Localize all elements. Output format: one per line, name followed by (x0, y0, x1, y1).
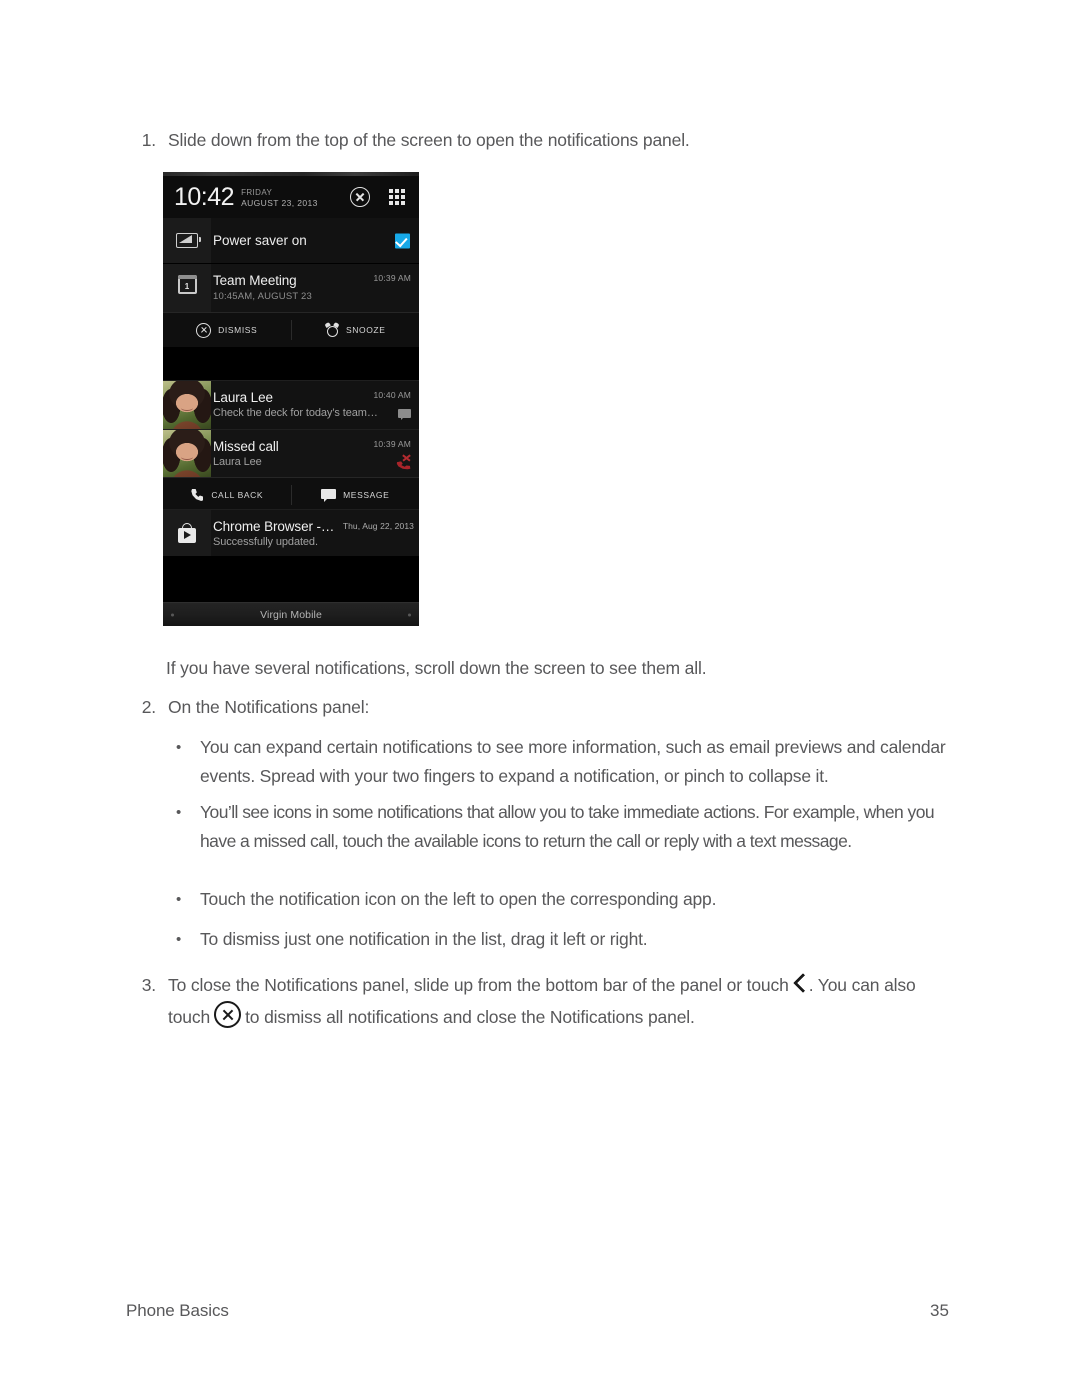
phone-carrier-bar[interactable]: Virgin Mobile (163, 602, 419, 626)
status-date-block: FRIDAY AUGUST 23, 2013 (241, 186, 318, 208)
calendar-icon-day: 1 (184, 282, 190, 291)
handle-dot-right (408, 613, 411, 616)
handle-dot-left (171, 613, 174, 616)
power-saver-title: Power saver on (213, 233, 307, 248)
notification-laura-lee-message[interactable]: Laura Lee Check the deck for today’s tea… (163, 380, 419, 429)
grid-icon[interactable] (388, 188, 406, 206)
laura-lee-time: 10:40 AM (373, 390, 411, 400)
panel-empty-area (163, 556, 419, 603)
missed-call-body: Missed call Laura Lee 10:39 AM (211, 430, 419, 478)
team-meeting-time: 10:39 AM (373, 273, 411, 283)
step-1-text: Slide down from the top of the screen to… (168, 130, 690, 150)
dismiss-button[interactable]: DISMISS (163, 322, 291, 338)
x-circle-icon[interactable] (350, 187, 370, 207)
document-page: 1. Slide down from the top of the screen… (0, 0, 1080, 1397)
bullet-1-text: You can expand certain notifications to … (200, 733, 966, 791)
missed-call-subtitle: Laura Lee (213, 456, 262, 468)
phone-status-bar: 10:42 FRIDAY AUGUST 23, 2013 (163, 176, 419, 218)
list-item: Touch the notification icon on the left … (176, 885, 966, 914)
avatar (163, 381, 211, 429)
step-3-part-2: . You can (808, 975, 880, 995)
footer-page-number: 35 (930, 1301, 949, 1320)
chrome-browser-time: Thu, Aug 22, 2013 (342, 521, 414, 531)
carrier-label: Virgin Mobile (260, 608, 322, 621)
bullet-2-line-3: message. (780, 831, 852, 851)
step-2-number: 2. (141, 697, 156, 717)
chrome-browser-body: Chrome Browser -… Successfully updated. … (211, 510, 419, 557)
status-clock: 10:42 (174, 182, 235, 211)
power-saver-checkbox[interactable] (395, 233, 410, 248)
list-item: You’ll see icons in some notifications t… (176, 798, 966, 856)
step-3-text: To close the Notifications panel, slide … (168, 969, 956, 1033)
step-3-part-1: To close the Notifications panel, slide … (168, 975, 789, 995)
dismiss-label: DISMISS (218, 325, 258, 335)
phone-notifications-panel-figure: 10:42 FRIDAY AUGUST 23, 2013 Power saver… (163, 172, 419, 626)
step-3: 3. To close the Notifications panel, sli… (126, 969, 956, 1033)
bullet-dot (176, 798, 200, 856)
notification-chrome-browser-update[interactable]: Chrome Browser -… Successfully updated. … (163, 509, 419, 557)
x-circle-icon (196, 322, 212, 338)
status-date: AUGUST 23, 2013 (241, 198, 318, 208)
step-1-number: 1. (141, 130, 156, 150)
snooze-button[interactable]: SNOOZE (292, 323, 420, 337)
missed-call-icon (397, 457, 412, 470)
status-day: FRIDAY (241, 188, 273, 197)
back-chevron-icon (792, 972, 808, 994)
bullet-3-text: Touch the notification icon on the left … (200, 889, 717, 909)
bullet-2-line-1: You’ll see icons in some notifications t… (200, 802, 860, 822)
team-meeting-subtitle: 10:45AM, AUGUST 23 (213, 291, 312, 302)
call-back-button[interactable]: CALL BACK (163, 488, 291, 502)
notification-missed-call[interactable]: Missed call Laura Lee 10:39 AM (163, 429, 419, 478)
play-store-icon (163, 510, 211, 557)
alarm-clock-icon (325, 323, 339, 337)
list-item: You can expand certain notifications to … (176, 733, 966, 791)
bullet-dot (176, 885, 200, 914)
power-saver-body: Power saver on (211, 218, 419, 263)
power-saver-icon (163, 218, 211, 263)
call-back-label: CALL BACK (211, 490, 264, 500)
laura-lee-body: Laura Lee Check the deck for today’s tea… (211, 381, 419, 429)
message-button[interactable]: MESSAGE (292, 488, 420, 502)
phone-icon (190, 488, 204, 502)
laura-lee-subtitle: Check the deck for today’s team… (213, 407, 378, 419)
bullet-dot (176, 733, 200, 791)
bullet-2-text: You’ll see icons in some notifications t… (200, 798, 966, 856)
step-3-part-4: to dismiss all notifications and close t… (245, 1007, 695, 1027)
notification-power-saver[interactable]: Power saver on (163, 218, 419, 263)
notification-team-meeting[interactable]: 1 Team Meeting 10:45AM, AUGUST 23 10:39 … (163, 264, 419, 312)
chrome-browser-subtitle: Successfully updated. (213, 536, 318, 548)
snooze-label: SNOOZE (346, 325, 386, 335)
team-meeting-action-bar: DISMISS SNOOZE (163, 312, 419, 347)
list-item: To dismiss just one notification in the … (176, 925, 966, 954)
step-1: 1. Slide down from the top of the screen… (126, 127, 956, 154)
step-2: 2. On the Notifications panel: (126, 694, 956, 721)
message-label: MESSAGE (343, 490, 390, 500)
message-bubble-icon (398, 409, 411, 420)
note-after-figure: If you have several notifications, scrol… (166, 658, 707, 678)
avatar (163, 430, 211, 478)
footer-section-title: Phone Basics (126, 1301, 229, 1320)
bullet-4-text: To dismiss just one notification in the … (200, 929, 648, 949)
bullet-dot (176, 925, 200, 954)
message-bubble-icon (321, 488, 337, 502)
step-2-text: On the Notifications panel: (168, 697, 370, 717)
missed-call-action-bar: CALL BACK MESSAGE (163, 477, 419, 512)
x-circle-icon (214, 1001, 242, 1028)
bullet-1-line-1: You can expand certain notifications to … (200, 737, 876, 757)
calendar-icon: 1 (163, 264, 211, 312)
team-meeting-body: Team Meeting 10:45AM, AUGUST 23 10:39 AM (211, 264, 419, 312)
missed-call-time: 10:39 AM (373, 439, 411, 449)
step-3-number: 3. (141, 975, 156, 995)
